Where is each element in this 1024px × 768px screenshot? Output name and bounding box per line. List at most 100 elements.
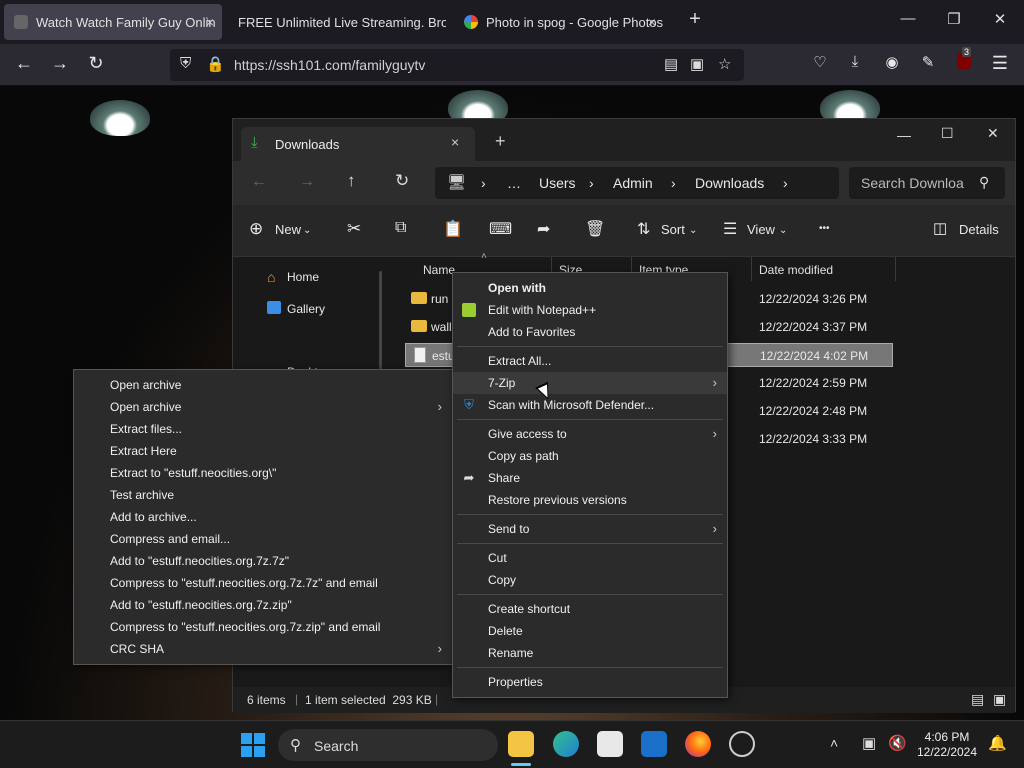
breadcrumb-users[interactable]: Users <box>539 175 576 191</box>
paste-icon[interactable]: 📋 <box>443 219 463 239</box>
menu-item-copy[interactable]: Copy <box>453 569 727 591</box>
nav-item-gallery[interactable]: Gallery <box>287 302 325 316</box>
close-tab-icon[interactable]: × <box>206 14 214 30</box>
menu-item-add-zip[interactable]: Add to "estuff.neocities.org.7z.zip" <box>74 594 452 616</box>
close-window-icon[interactable]: ✕ <box>987 125 999 142</box>
view-button[interactable]: View <box>747 222 775 237</box>
windows-start-icon[interactable] <box>241 733 265 757</box>
breadcrumb-admin[interactable]: Admin <box>613 175 653 191</box>
obs-taskbar-icon[interactable] <box>729 731 755 757</box>
firefox-taskbar-icon[interactable] <box>685 731 711 757</box>
details-button[interactable]: Details <box>959 222 999 237</box>
menu-item-scan-defender[interactable]: ⛨ Scan with Microsoft Defender... <box>453 394 727 416</box>
cut-icon[interactable]: ✂ <box>347 219 361 239</box>
menu-item-cut[interactable]: Cut <box>453 547 727 569</box>
forward-icon[interactable]: → <box>48 53 72 74</box>
nav-item-home[interactable]: Home <box>287 270 319 284</box>
more-options-button[interactable]: ••• <box>819 223 830 234</box>
close-tab-icon[interactable]: × <box>648 14 656 30</box>
picture-in-picture-icon[interactable]: ▣ <box>690 55 704 73</box>
restore-icon[interactable]: ❐ <box>942 10 966 28</box>
rename-icon[interactable]: ⌨ <box>489 219 512 239</box>
reader-view-icon[interactable]: ▤ <box>664 55 678 73</box>
menu-item-extract-here[interactable]: Extract Here <box>74 440 452 462</box>
menu-item-open-archive-sub[interactable]: Open archive › <box>74 396 452 418</box>
menu-item-test-archive[interactable]: Test archive <box>74 484 452 506</box>
menu-item-delete[interactable]: Delete <box>453 620 727 642</box>
sort-button[interactable]: Sort <box>661 222 685 237</box>
file-explorer-taskbar-icon[interactable] <box>508 731 534 757</box>
menu-item-copy-path[interactable]: Copy as path <box>453 445 727 467</box>
column-name[interactable]: Name <box>423 263 455 277</box>
ublock-icon[interactable]: 3 <box>952 47 976 74</box>
show-hidden-icons-chevron-icon[interactable]: ˄ <box>830 735 838 751</box>
menu-item-7zip[interactable]: 7-Zip › <box>453 372 727 394</box>
browser-tab-streaming[interactable]: FREE Unlimited Live Streaming. Bro <box>228 4 446 40</box>
search-downloads-input[interactable]: Search Downloa ⚲ <box>849 167 1005 199</box>
back-icon[interactable]: ← <box>12 53 36 74</box>
menu-item-add-to-archive[interactable]: Add to archive... <box>74 506 452 528</box>
minimize-icon[interactable]: — <box>896 10 920 27</box>
menu-item-open-archive[interactable]: Open archive <box>74 374 452 396</box>
taskbar-search-box[interactable]: ⚲ Search <box>278 729 498 761</box>
menu-item-share[interactable]: ➦ Share <box>453 467 727 489</box>
breadcrumb-downloads[interactable]: Downloads <box>695 175 764 191</box>
details-view-icon[interactable]: ▤ <box>971 691 984 708</box>
explorer-tab-downloads[interactable]: ⤓ Downloads × <box>241 127 475 161</box>
bookmark-star-icon[interactable]: ☆ <box>718 55 731 73</box>
menu-item-add-7z[interactable]: Add to "estuff.neocities.org.7z.7z" <box>74 550 452 572</box>
breadcrumb-overflow[interactable]: … <box>507 175 521 191</box>
url-text[interactable]: https://ssh101.com/familyguytv <box>234 57 425 73</box>
browser-tab-photos[interactable]: Photo in spog - Google Photos × <box>454 4 664 40</box>
share-icon[interactable]: ➦ <box>537 219 550 239</box>
taskbar-clock[interactable]: 4:06 PM 12/22/2024 <box>912 730 982 760</box>
up-icon[interactable]: ↑ <box>347 171 356 191</box>
menu-item-extract-files[interactable]: Extract files... <box>74 418 452 440</box>
volume-muted-icon[interactable]: 🔇 <box>888 734 907 752</box>
outlook-taskbar-icon[interactable] <box>641 731 667 757</box>
menu-item-create-shortcut[interactable]: Create shortcut <box>453 598 727 620</box>
new-button[interactable]: New <box>275 222 301 237</box>
refresh-icon[interactable]: ↻ <box>395 171 409 191</box>
address-breadcrumb-bar[interactable]: 🖥 › … Users › Admin › Downloads › <box>435 167 839 199</box>
menu-item-rename[interactable]: Rename <box>453 642 727 664</box>
extensions-icon[interactable]: ✎ <box>916 53 940 71</box>
menu-item-add-favorites[interactable]: Add to Favorites <box>453 321 727 343</box>
copy-icon[interactable]: ⧉ <box>395 219 406 237</box>
account-icon[interactable]: ◉ <box>880 53 904 71</box>
reload-icon[interactable]: ↻ <box>84 53 108 74</box>
minimize-icon[interactable]: — <box>897 127 911 143</box>
maximize-icon[interactable]: ☐ <box>941 125 954 142</box>
menu-item-extract-all[interactable]: Extract All... <box>453 350 727 372</box>
pocket-icon[interactable]: ♡ <box>808 53 832 71</box>
column-date-modified[interactable]: Date modified <box>759 263 833 277</box>
menu-item-crc-sha[interactable]: CRC SHA › <box>74 638 452 660</box>
store-taskbar-icon[interactable] <box>597 731 623 757</box>
menu-item-compress-zip-email[interactable]: Compress to "estuff.neocities.org.7z.zip… <box>74 616 452 638</box>
close-window-icon[interactable]: ✕ <box>988 10 1012 28</box>
menu-item-give-access[interactable]: Give access to › <box>453 423 727 445</box>
new-tab-button[interactable]: + <box>495 131 506 152</box>
tracking-shield-icon[interactable]: ⛨ <box>180 55 191 72</box>
close-tab-icon[interactable]: × <box>451 134 459 150</box>
lock-icon[interactable]: 🔒 <box>206 55 225 73</box>
new-tab-button[interactable]: + <box>683 8 707 31</box>
network-icon[interactable]: ▣ <box>862 734 876 752</box>
back-icon[interactable]: ← <box>251 173 267 191</box>
menu-item-edit-notepadpp[interactable]: Edit with Notepad++ <box>453 299 727 321</box>
notification-bell-icon[interactable]: 🔔 <box>988 734 1007 752</box>
menu-item-compress-email[interactable]: Compress and email... <box>74 528 452 550</box>
menu-item-send-to[interactable]: Send to › <box>453 518 727 540</box>
forward-icon[interactable]: → <box>299 173 315 191</box>
menu-item-restore-versions[interactable]: Restore previous versions <box>453 489 727 511</box>
tiles-view-icon[interactable]: ▣ <box>993 691 1006 708</box>
menu-item-compress-7z-email[interactable]: Compress to "estuff.neocities.org.7z.7z"… <box>74 572 452 594</box>
menu-item-properties[interactable]: Properties <box>453 671 727 693</box>
browser-tab-familyguy[interactable]: Watch Watch Family Guy Onlin × <box>4 4 222 40</box>
address-bar[interactable]: ⛨ 🔒 https://ssh101.com/familyguytv ▤ ▣ ☆ <box>170 49 744 81</box>
menu-item-open-with[interactable]: Open with <box>453 277 727 299</box>
menu-hamburger-icon[interactable]: ☰ <box>988 53 1012 74</box>
nav-scrollbar[interactable] <box>379 271 382 371</box>
edge-taskbar-icon[interactable] <box>553 731 579 757</box>
delete-icon[interactable]: 🗑 <box>585 219 605 239</box>
